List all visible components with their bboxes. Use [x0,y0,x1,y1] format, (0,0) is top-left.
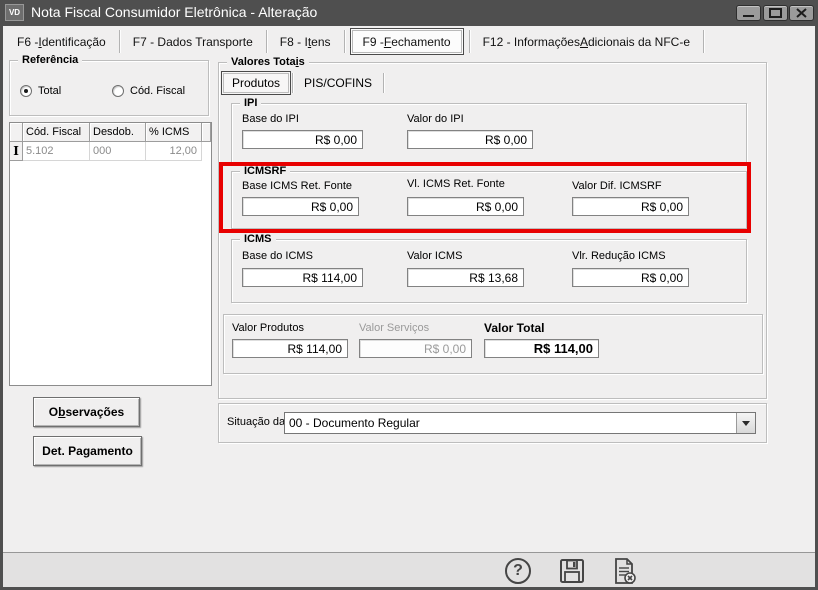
cell-icms[interactable]: 12,00 [146,142,202,161]
tab-f8-itens[interactable]: F8 - Itens [268,28,343,55]
app-window: VD Nota Fiscal Consumidor Eletrônica - A… [0,0,818,590]
valor-total-field: R$ 114,00 [484,339,599,358]
base-icms-ret-fonte-label: Base ICMS Ret. Fonte [242,180,352,192]
grid-header-filler [202,123,211,142]
cancel-note-icon [609,556,639,586]
chevron-down-icon [742,421,750,426]
footer-toolbar: ? [3,552,815,587]
grid-header-row: Cód. Fiscal Desdob. % ICMS [10,123,211,142]
base-icms-ret-fonte-field[interactable]: R$ 0,00 [242,197,359,216]
minimize-button[interactable] [736,5,761,21]
grid-header-icms: % ICMS [146,123,202,142]
ipi-title: IPI [240,96,261,110]
observacoes-button[interactable]: Observações [33,397,140,427]
valor-total-label: Valor Total [484,321,544,335]
help-icon: ? [505,558,531,584]
valores-totais-title: Valores Totais [227,55,309,69]
referencia-group: Referência Total Cód. Fiscal [9,60,209,116]
vl-icms-ret-fonte-field[interactable]: R$ 0,00 [407,197,524,216]
situacao-dropdown[interactable]: 00 - Documento Regular [284,412,756,434]
save-icon [558,557,586,585]
ipi-group: IPI Base do IPI R$ 0,00 Valor do IPI R$ … [231,103,747,163]
det-pagamento-button[interactable]: Det. Pagamento [33,436,142,466]
titlebar: VD Nota Fiscal Consumidor Eletrônica - A… [0,0,818,26]
radio-total[interactable]: Total [20,85,61,97]
tab-f7-dados-transporte[interactable]: F7 - Dados Transporte [121,28,265,55]
minimize-icon [737,6,760,20]
valor-produtos-field[interactable]: R$ 114,00 [232,339,348,358]
window-title: Nota Fiscal Consumidor Eletrônica - Alte… [31,4,317,20]
valor-ipi-label: Valor do IPI [407,113,464,125]
grid-header-desdob: Desdob. [90,123,146,142]
tab-separator [292,73,293,93]
situacao-panel: Situação da NF: 00 - Documento Regular [218,403,767,443]
base-ipi-label: Base do IPI [242,113,299,125]
valor-dif-icmsrf-label: Valor Dif. ICMSRF [572,180,662,192]
tab-f9-fechamento[interactable]: F9 - Fechamento [350,28,464,55]
fiscal-grid[interactable]: Cód. Fiscal Desdob. % ICMS I 5.102 000 1… [9,122,212,386]
base-icms-label: Base do ICMS [242,250,313,262]
vlr-reducao-icms-field[interactable]: R$ 0,00 [572,268,689,287]
base-ipi-field[interactable]: R$ 0,00 [242,130,363,149]
valor-servicos-field: R$ 0,00 [359,339,472,358]
radio-total-icon[interactable] [20,85,32,97]
valor-icms-field[interactable]: R$ 13,68 [407,268,524,287]
cell-cod-fiscal[interactable]: 5.102 [23,142,90,161]
situacao-value: 00 - Documento Regular [285,416,736,430]
situacao-dropdown-button[interactable] [736,413,755,433]
valores-totais-group: Valores Totais Produtos PIS/COFINS IPI B… [218,62,767,399]
radio-cod-fiscal[interactable]: Cód. Fiscal [112,85,185,97]
table-row[interactable]: I 5.102 000 12,00 [10,142,211,161]
maximize-icon [764,6,787,20]
cell-filler [202,142,211,161]
valor-dif-icmsrf-field[interactable]: R$ 0,00 [572,197,689,216]
vlr-reducao-icms-label: Vlr. Redução ICMS [572,250,666,262]
row-cursor-indicator: I [10,142,23,161]
valor-icms-label: Valor ICMS [407,250,462,262]
maximize-button[interactable] [763,5,788,21]
grid-header-indicator [10,123,23,142]
valor-servicos-label: Valor Serviços [359,322,429,334]
grid-header-cod-fiscal: Cód. Fiscal [23,123,90,142]
base-icms-field[interactable]: R$ 114,00 [242,268,363,287]
save-button[interactable] [557,556,587,586]
help-button[interactable]: ? [503,556,533,586]
tab-separator [383,73,384,93]
cancel-button[interactable] [609,556,639,586]
referencia-title: Referência [18,53,82,67]
close-button[interactable] [789,5,814,21]
valor-ipi-field[interactable]: R$ 0,00 [407,130,533,149]
radio-cod-fiscal-icon[interactable] [112,85,124,97]
icmsrf-group: ICMSRF Base ICMS Ret. Fonte R$ 0,00 Vl. … [231,171,747,229]
cell-desdob[interactable]: 000 [90,142,146,161]
totals-panel: Valor Produtos R$ 114,00 Valor Serviços … [223,314,763,374]
tab-separator [344,30,345,53]
tab-f12-informacoes-adicionais[interactable]: F12 - Informações Adicionais da NFC-e [471,28,702,55]
tab-f6-identificacao[interactable]: F6 - Identificação [5,28,118,55]
icmsrf-title: ICMSRF [240,164,290,178]
tab-separator [119,30,120,53]
subtab-produtos[interactable]: Produtos [221,71,291,95]
app-icon: VD [5,4,24,21]
client-area: F6 - Identificação F7 - Dados Transporte… [3,26,815,587]
subtab-pis-cofins[interactable]: PIS/COFINS [294,71,382,95]
tab-separator [469,30,470,53]
main-tabbar: F6 - Identificação F7 - Dados Transporte… [5,28,705,55]
valores-subtabs: Produtos PIS/COFINS [221,71,385,95]
icms-title: ICMS [240,232,276,246]
tab-separator [703,30,704,53]
close-icon [790,6,813,20]
tab-separator [266,30,267,53]
valor-produtos-label: Valor Produtos [232,322,304,334]
vl-icms-ret-fonte-label: Vl. ICMS Ret. Fonte [407,178,505,190]
icms-group: ICMS Base do ICMS R$ 114,00 Valor ICMS R… [231,239,747,303]
